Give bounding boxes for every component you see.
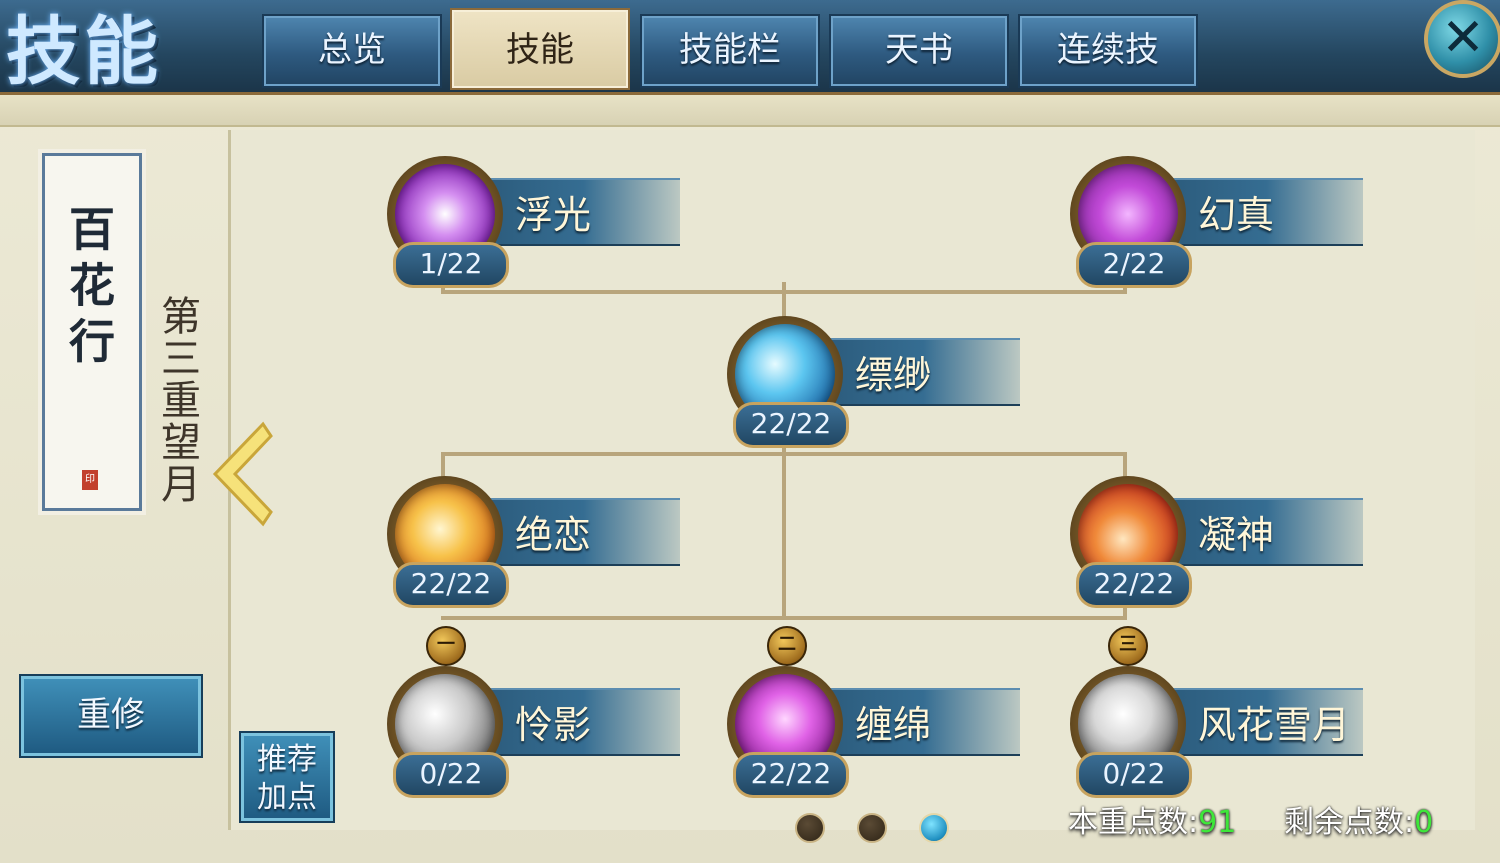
skill-level: 22/22 (733, 402, 849, 448)
close-icon: ✕ (1441, 8, 1485, 68)
skill-level: 0/22 (393, 752, 509, 798)
page-dot-2[interactable] (857, 813, 887, 843)
skill-node-piaomiao[interactable]: 缥缈 22/22 (715, 310, 1045, 460)
skill-level: 1/22 (393, 242, 509, 288)
top-bar: 技能 总览 技能 技能栏 天书 连续技 ✕ (0, 0, 1500, 95)
skill-node-chanmian[interactable]: 缠绵 22/22 (715, 660, 1045, 810)
tab-skill-bar[interactable]: 技能栏 (640, 14, 820, 88)
chapter-points-label: 本重点数: (1068, 805, 1199, 840)
skill-name: 缥缈 (855, 353, 932, 397)
skill-node-huanzhen[interactable]: 幻真 2/22 (1058, 150, 1388, 300)
skill-name: 浮光 (515, 193, 592, 237)
skill-level: 0/22 (1076, 752, 1192, 798)
skills-screen: 技能 总览 技能 技能栏 天书 连续技 ✕ 百花行 印 第三重望月 重修 推荐 … (0, 0, 1500, 863)
skill-name: 风花雪月 (1198, 703, 1351, 747)
school-name: 百花行 (62, 205, 116, 373)
skill-node-ningshen[interactable]: 凝神 22/22 (1058, 470, 1388, 620)
skill-level: 2/22 (1076, 242, 1192, 288)
page-dot-1[interactable] (795, 813, 825, 843)
skill-node-lianying[interactable]: 怜影 0/22 (375, 660, 705, 810)
chapter-points: 本重点数:91 (1068, 797, 1236, 841)
skill-name: 凝神 (1198, 513, 1275, 557)
close-button[interactable]: ✕ (1424, 0, 1500, 78)
skill-node-fenghuaxueyue[interactable]: 风花雪月 0/22 (1058, 660, 1388, 810)
rebuild-button[interactable]: 重修 (21, 676, 201, 756)
chapter-points-value: 91 (1198, 805, 1237, 840)
recommend-points-button[interactable]: 推荐 加点 (241, 733, 333, 821)
skill-name: 怜影 (515, 703, 592, 747)
skill-node-juelian[interactable]: 绝恋 22/22 (375, 470, 705, 620)
remaining-points: 剩余点数:0 (1284, 797, 1433, 841)
tab-combo-skills[interactable]: 连续技 (1018, 14, 1198, 88)
screen-title: 技能 (6, 9, 162, 95)
skill-level: 22/22 (733, 752, 849, 798)
chapter-title: 第三重望月 (154, 295, 200, 505)
remaining-points-label: 剩余点数: (1284, 805, 1415, 840)
seal-stamp-icon: 印 (82, 470, 98, 490)
tab-heaven-book[interactable]: 天书 (829, 14, 1009, 88)
previous-chapter-arrow-icon[interactable] (205, 420, 275, 528)
skill-node-fuguang[interactable]: 浮光 1/22 (375, 150, 705, 300)
tab-skills[interactable]: 技能 (450, 8, 630, 90)
page-dot-3[interactable] (919, 813, 949, 843)
panel-rim (0, 95, 1500, 127)
skill-name: 绝恋 (515, 513, 592, 557)
skill-name: 缠绵 (855, 703, 932, 747)
recommend-label: 推荐 加点 (257, 742, 317, 815)
skill-level: 22/22 (1076, 562, 1192, 608)
tab-overview[interactable]: 总览 (262, 14, 442, 88)
remaining-points-value: 0 (1414, 805, 1434, 840)
skill-level: 22/22 (393, 562, 509, 608)
skill-name: 幻真 (1198, 193, 1275, 237)
